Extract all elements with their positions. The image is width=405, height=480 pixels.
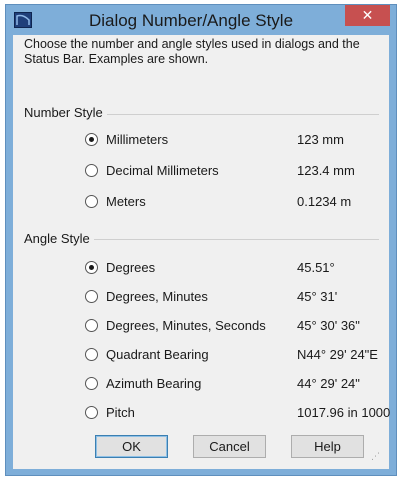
dialog-window: Dialog Number/Angle Style ✕ Choose the n… [5, 4, 397, 476]
radio-decimal-millimeters[interactable] [85, 164, 98, 177]
window-title: Dialog Number/Angle Style [88, 11, 294, 30]
option-label: Decimal Millimeters [106, 163, 219, 178]
dialog-client-area: Choose the number and angle styles used … [13, 35, 390, 469]
option-quadrant-bearing[interactable]: Quadrant Bearing N44° 29' 24"E [85, 346, 385, 366]
option-pitch[interactable]: Pitch 1017.96 in 1000 [85, 404, 390, 424]
option-label: Meters [106, 194, 146, 209]
option-meters[interactable]: Meters 0.1234 m [85, 193, 385, 213]
number-style-label: Number Style [24, 105, 107, 120]
title-bar[interactable]: Dialog Number/Angle Style ✕ [6, 5, 396, 35]
radio-pitch[interactable] [85, 406, 98, 419]
radio-quadrant-bearing[interactable] [85, 348, 98, 361]
cancel-button[interactable]: Cancel [193, 435, 266, 458]
option-label: Millimeters [106, 132, 169, 147]
radio-azimuth-bearing[interactable] [85, 377, 98, 390]
radio-degrees-minutes-seconds[interactable] [85, 319, 98, 332]
angle-style-label: Angle Style [24, 231, 94, 246]
description-text: Choose the number and angle styles used … [24, 37, 360, 66]
option-decimal-millimeters[interactable]: Decimal Millimeters 123.4 mm [85, 162, 385, 182]
radio-degrees[interactable] [85, 261, 98, 274]
radio-meters[interactable] [85, 195, 98, 208]
option-millimeters[interactable]: Millimeters 123 mm [85, 131, 385, 151]
option-label: Degrees, Minutes [106, 289, 208, 304]
option-degrees-minutes[interactable]: Degrees, Minutes 45° 31' [85, 288, 385, 308]
help-button[interactable]: Help [291, 435, 364, 458]
option-label: Azimuth Bearing [106, 376, 202, 391]
app-icon [14, 12, 32, 28]
option-label: Pitch [106, 405, 135, 420]
radio-degrees-minutes[interactable] [85, 290, 98, 303]
option-example: 0.1234 m [297, 194, 352, 209]
option-example: 45° 30' 36" [297, 318, 360, 333]
option-degrees[interactable]: Degrees 45.51° [85, 259, 385, 279]
option-example: 123.4 mm [297, 163, 355, 178]
option-label: Degrees, Minutes, Seconds [106, 318, 266, 333]
option-example: N44° 29' 24"E [297, 347, 378, 362]
ok-button[interactable]: OK [95, 435, 168, 458]
option-degrees-minutes-seconds[interactable]: Degrees, Minutes, Seconds 45° 30' 36" [85, 317, 385, 337]
option-example: 45° 31' [297, 289, 338, 304]
radio-millimeters[interactable] [85, 133, 98, 146]
option-example: 45.51° [297, 260, 335, 275]
option-example: 44° 29' 24" [297, 376, 360, 391]
resize-grip-icon[interactable]: ⋰ [371, 451, 381, 461]
option-label: Quadrant Bearing [106, 347, 209, 362]
option-example: 123 mm [297, 132, 344, 147]
option-label: Degrees [106, 260, 156, 275]
close-button[interactable]: ✕ [345, 5, 390, 26]
option-example: 1017.96 in 1000 [297, 405, 391, 420]
option-azimuth-bearing[interactable]: Azimuth Bearing 44° 29' 24" [85, 375, 385, 395]
